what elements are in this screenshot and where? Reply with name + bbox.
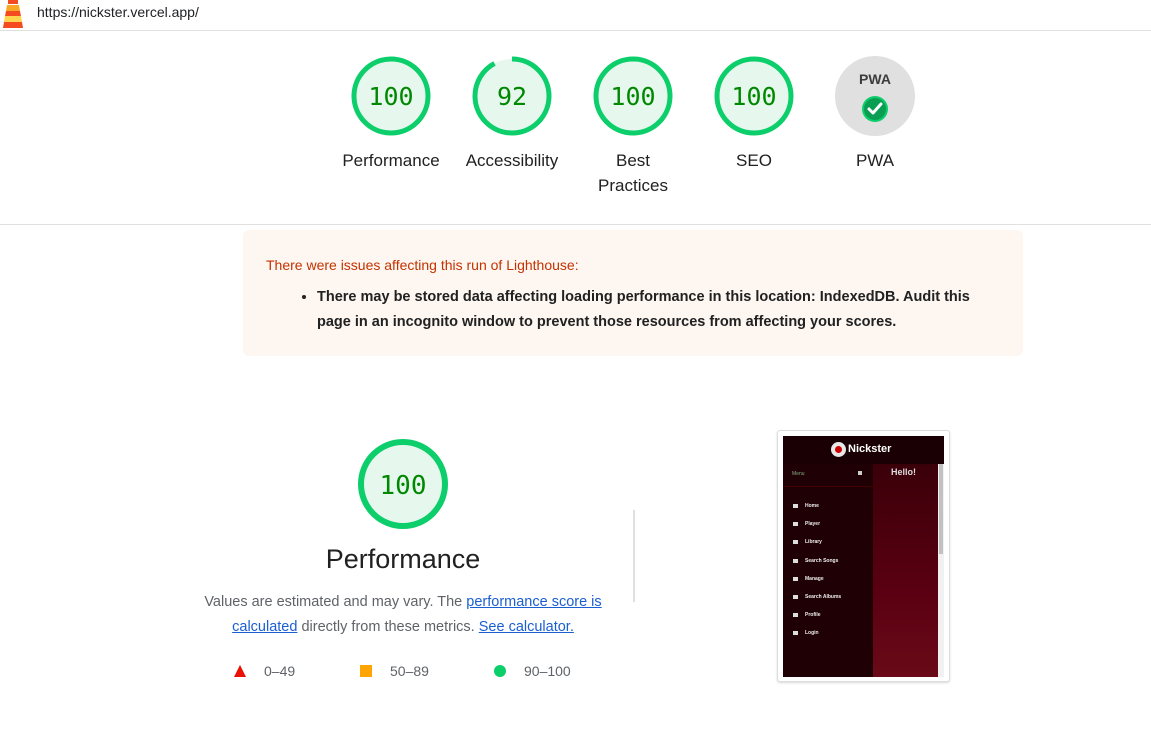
warning-item: There may be stored data affecting loadi…	[317, 285, 1007, 335]
gauge-best-practices-ring: 100	[593, 56, 673, 136]
album-icon	[793, 594, 798, 599]
app-header: Nickster	[783, 436, 944, 464]
scrollbar-thumb	[939, 464, 943, 554]
performance-score: 100	[380, 471, 427, 501]
performance-title: Performance	[325, 544, 481, 574]
gauge-seo[interactable]: 100 SEO	[694, 55, 814, 173]
login-icon	[793, 630, 798, 635]
wrench-icon	[793, 576, 798, 581]
gauge-accessibility-label: Accessibility	[465, 151, 559, 170]
app-greeting: Hello!	[891, 467, 917, 477]
app-menu-item: Search Albums	[793, 594, 841, 600]
lighthouse-logo-icon	[3, 0, 23, 28]
performance-description: Values are estimated and may vary. The p…	[195, 590, 611, 640]
pwa-badge-text: PWA	[859, 71, 891, 87]
gauge-performance[interactable]: 100 Performance	[331, 55, 451, 173]
description-middle: directly from these metrics.	[297, 619, 479, 635]
gauge-best-practices-score: 100	[610, 82, 655, 111]
gauge-seo-score: 100	[731, 82, 776, 111]
pwa-badge-icon: PWA	[835, 56, 915, 136]
circle-icon	[494, 665, 506, 677]
warning-title: There were issues affecting this run of …	[266, 257, 579, 273]
gauge-seo-ring: 100	[714, 56, 794, 136]
gauge-accessibility[interactable]: 92 Accessibility	[452, 55, 572, 173]
lighthouse-warnings: There were issues affecting this run of …	[243, 230, 1023, 356]
page-url[interactable]: https://nickster.vercel.app/	[37, 4, 199, 20]
gauge-accessibility-score: 92	[497, 82, 527, 111]
menu-toggle-icon	[858, 471, 862, 475]
gauge-performance-score: 100	[368, 82, 413, 111]
app-name: Nickster	[848, 443, 892, 455]
description-prefix: Values are estimated and may vary. The	[204, 594, 467, 610]
divider	[783, 486, 873, 487]
square-icon	[360, 665, 372, 677]
app-menu-item: Library	[793, 539, 822, 545]
gauge-best-practices-label: Best Practices	[598, 151, 668, 195]
app-menu-item: Manage	[793, 576, 824, 582]
triangle-icon	[234, 665, 246, 677]
performance-gauge: 100	[358, 439, 448, 529]
gauge-pwa-label: PWA	[855, 151, 895, 170]
legend-pass-range: 90–100	[524, 663, 571, 679]
gauge-pwa[interactable]: PWA PWA	[815, 55, 935, 173]
gauge-accessibility-ring: 92	[472, 56, 552, 136]
final-screenshot[interactable]: Nickster Menu Home Player Library Search…	[777, 430, 950, 682]
app-menu-item: Login	[793, 630, 819, 636]
gauge-performance-ring: 100	[351, 56, 431, 136]
app-menu-item: Search Songs	[793, 558, 838, 564]
app-menu-item: Profile	[793, 612, 821, 618]
app-scrollbar	[938, 464, 944, 677]
warning-list: There may be stored data affecting loadi…	[317, 285, 1007, 335]
category-gauges: 100 Performance 92 Accessibility 100 Bes…	[0, 31, 1151, 225]
app-menu-item: Home	[793, 503, 819, 509]
section-divider	[633, 510, 635, 602]
app-menu-label: Menu	[792, 471, 805, 477]
app-main: Hello!	[873, 464, 944, 677]
search-icon	[793, 558, 798, 563]
gauge-best-practices[interactable]: 100 Best Practices	[573, 55, 693, 198]
see-calculator-link[interactable]: See calculator.	[479, 619, 574, 635]
legend-fail-range: 0–49	[264, 663, 296, 679]
app-menu-item: Player	[793, 521, 820, 527]
music-icon	[793, 521, 798, 526]
user-icon	[793, 612, 798, 617]
legend-average-range: 50–89	[390, 663, 429, 679]
url-bar: https://nickster.vercel.app/	[0, 0, 1151, 31]
gauge-performance-label: Performance	[342, 151, 440, 170]
screenshot-content: Nickster Menu Home Player Library Search…	[783, 436, 944, 677]
app-logo-icon	[831, 442, 846, 457]
home-icon	[793, 503, 798, 508]
app-sidebar: Menu Home Player Library Search Songs Ma…	[783, 464, 873, 677]
gauge-seo-label: SEO	[736, 151, 772, 170]
library-icon	[793, 539, 798, 544]
